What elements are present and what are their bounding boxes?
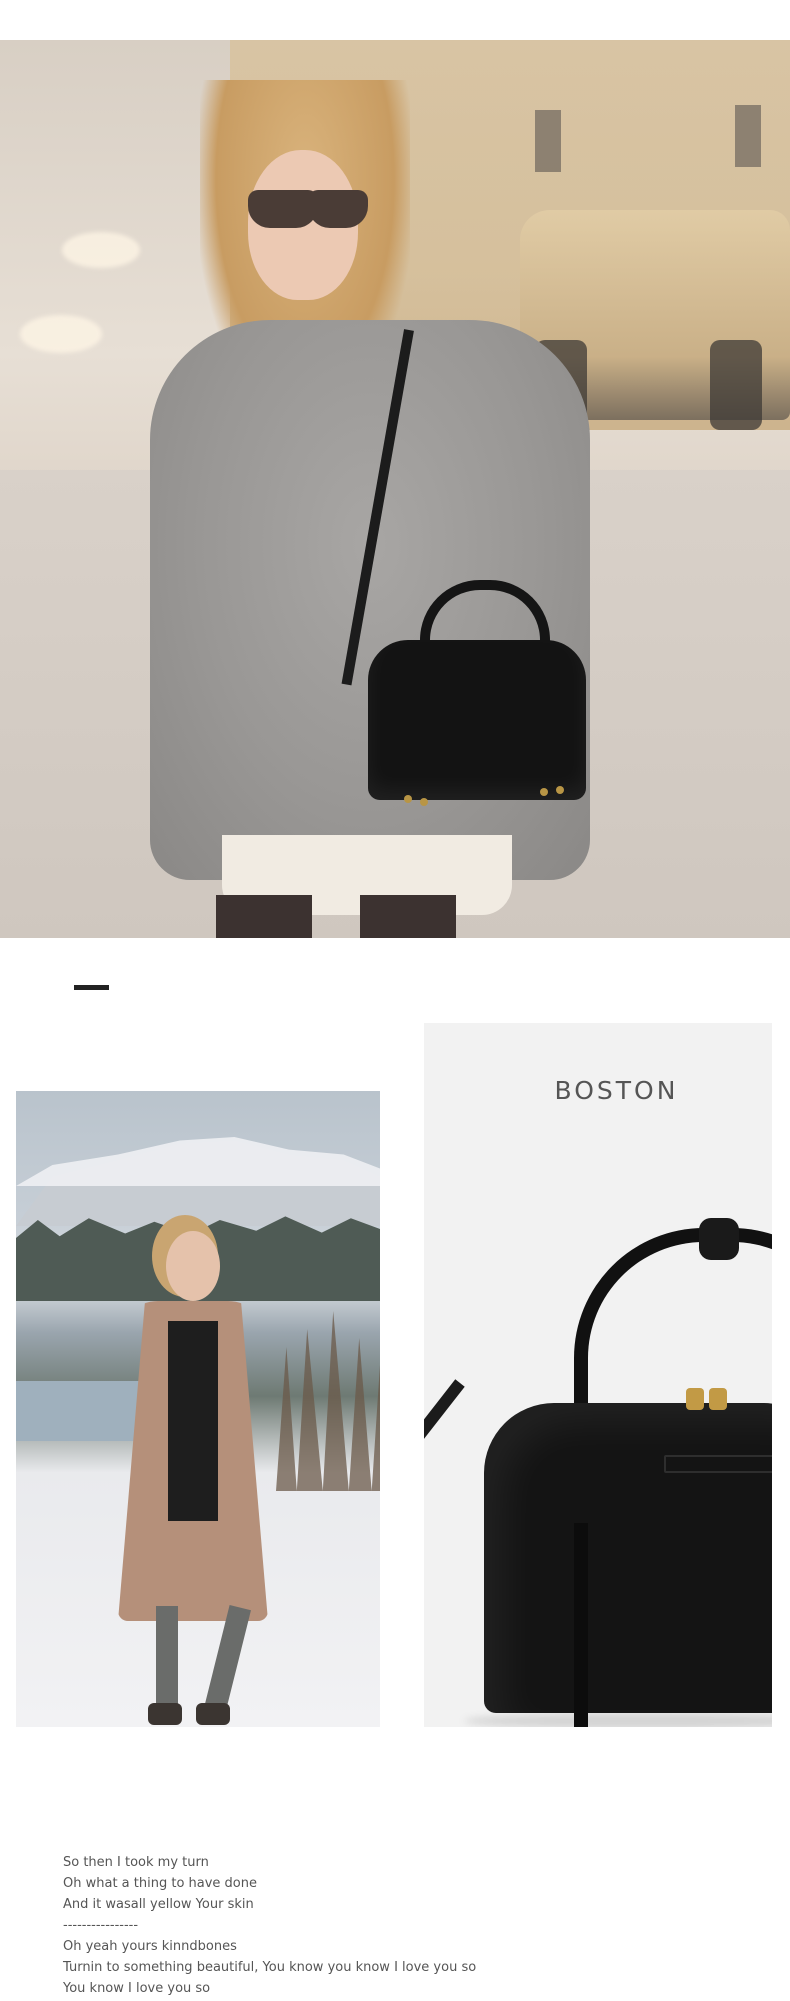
section-divider-dash [74, 985, 109, 990]
black-handbag [368, 640, 586, 800]
product-bag-zipper-pull [709, 1388, 727, 1410]
lyrics-text-block: So then I took my turn Oh what a thing t… [63, 1852, 763, 1999]
handbag-foot [540, 788, 548, 796]
product-title: BOSTON [554, 1076, 679, 1105]
hero-building-window [735, 105, 761, 167]
product-bag-zipper-pull [686, 1388, 704, 1410]
handbag-foot [556, 786, 564, 794]
product-detail-panel: BOSTON [424, 1023, 772, 1727]
model-boot-right [360, 895, 456, 938]
handbag-foot [404, 795, 412, 803]
mountain-snow-cap [16, 1137, 380, 1186]
lyric-line: You know I love you so [63, 1981, 211, 1996]
model-boot-left [148, 1703, 182, 1725]
bare-trees [276, 1311, 380, 1491]
product-bag-shadow [464, 1713, 772, 1727]
product-bag-strap [424, 1379, 465, 1671]
hero-building-window [535, 110, 561, 172]
lyric-separator: ---------------- [63, 1918, 139, 1933]
model-leg-left [156, 1606, 178, 1716]
lyric-line: And it wasall yellow Your skin [63, 1897, 254, 1912]
model-boot-right [196, 1703, 230, 1725]
model-leg-right [203, 1604, 251, 1718]
product-bag-logo-emboss [664, 1455, 772, 1473]
product-bag-handle-loop [699, 1218, 739, 1260]
model-black-top [168, 1321, 218, 1521]
handbag-foot [420, 798, 428, 806]
product-black-bag [484, 1403, 772, 1713]
hero-bokeh-light [20, 315, 102, 353]
model-boot-left [216, 895, 312, 938]
lyric-line: Oh what a thing to have done [63, 1876, 257, 1891]
lyric-line: Oh yeah yours kinndbones [63, 1939, 237, 1954]
hero-car-tyre [710, 340, 762, 430]
sunglasses-lens-right [308, 190, 368, 228]
lyric-line: Turnin to something beautiful, You know … [63, 1960, 477, 1975]
hero-lifestyle-photo [0, 40, 790, 938]
lyric-line: So then I took my turn [63, 1855, 209, 1870]
product-bag-side-band [574, 1523, 588, 1727]
model-head [166, 1231, 220, 1301]
snow-lifestyle-photo [16, 1091, 380, 1727]
hero-bokeh-light [62, 232, 140, 268]
